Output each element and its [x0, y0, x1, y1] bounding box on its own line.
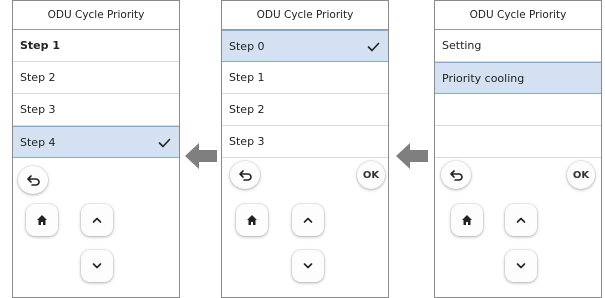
nav-pad: OK	[435, 158, 601, 297]
controller-screen-2: ODU Cycle Priority Step 0 Step 1 Step 2 …	[221, 0, 389, 298]
chevron-up-icon	[92, 217, 102, 223]
chevron-down-icon	[92, 263, 102, 269]
list-item-label: Step 3	[20, 103, 56, 116]
left-arrow-icon	[185, 143, 217, 169]
back-arrow-icon	[239, 170, 252, 181]
ok-label: OK	[362, 169, 380, 181]
list-item-label: Setting	[442, 39, 482, 52]
down-button[interactable]	[292, 250, 324, 282]
list-item[interactable]: Step 4	[13, 126, 179, 158]
list-item-label: Priority cooling	[442, 72, 525, 85]
up-button[interactable]	[292, 204, 324, 236]
list-item-label: Step 2	[229, 103, 265, 116]
checkmark-icon	[366, 31, 380, 63]
list-item-label: Step 1	[229, 71, 265, 84]
list-item[interactable]: Step 1	[222, 62, 388, 94]
ok-button[interactable]: OK	[357, 161, 385, 189]
list-item[interactable]: Step 0	[222, 30, 388, 62]
list-item	[435, 94, 601, 126]
screen-title: ODU Cycle Priority	[222, 1, 388, 30]
list-item[interactable]: Priority cooling	[435, 62, 601, 94]
list-item[interactable]: Step 3	[13, 94, 179, 126]
nav-pad: OK	[222, 158, 388, 297]
list-item-label: Step 0	[229, 40, 265, 53]
back-button[interactable]	[18, 166, 48, 194]
list-item-label: Step 2	[20, 71, 56, 84]
chevron-down-icon	[303, 263, 313, 269]
back-arrow-icon	[450, 170, 463, 181]
down-button[interactable]	[81, 250, 113, 282]
up-button[interactable]	[81, 204, 113, 236]
home-button[interactable]	[451, 204, 483, 236]
back-button[interactable]	[230, 161, 260, 189]
checkmark-icon	[157, 127, 171, 159]
home-icon	[247, 215, 257, 225]
list-item	[435, 126, 601, 158]
list-item-label: Step 1	[20, 39, 60, 52]
list-item-label: Step 4	[20, 136, 56, 149]
back-button[interactable]	[441, 161, 471, 189]
chevron-up-icon	[303, 217, 313, 223]
chevron-up-icon	[516, 217, 526, 223]
ok-button[interactable]: OK	[567, 161, 595, 189]
list-item[interactable]: Step 2	[13, 62, 179, 94]
option-list: Setting Priority cooling	[435, 30, 601, 158]
option-list: Step 0 Step 1 Step 2 Step 3	[222, 30, 388, 158]
chevron-down-icon	[516, 263, 526, 269]
list-item[interactable]: Step 2	[222, 94, 388, 126]
left-arrow-icon	[396, 143, 428, 169]
back-arrow-icon	[27, 175, 40, 186]
list-item[interactable]: Setting	[435, 30, 601, 62]
screen-title: ODU Cycle Priority	[13, 1, 179, 30]
list-item[interactable]: Step 3	[222, 126, 388, 158]
home-icon	[37, 215, 47, 225]
list-item-label: Step 3	[229, 135, 265, 148]
list-item[interactable]: Step 1	[13, 30, 179, 62]
down-button[interactable]	[505, 250, 537, 282]
nav-pad	[13, 158, 179, 297]
up-button[interactable]	[505, 204, 537, 236]
home-icon	[462, 215, 472, 225]
home-button[interactable]	[26, 204, 58, 236]
controller-screen-1: ODU Cycle Priority Step 1 Step 2 Step 3 …	[12, 0, 180, 298]
controller-screen-3: ODU Cycle Priority Setting Priority cool…	[434, 0, 602, 298]
home-button[interactable]	[236, 204, 268, 236]
ok-label: OK	[572, 169, 590, 181]
option-list: Step 1 Step 2 Step 3 Step 4	[13, 30, 179, 158]
screen-title: ODU Cycle Priority	[435, 1, 601, 30]
